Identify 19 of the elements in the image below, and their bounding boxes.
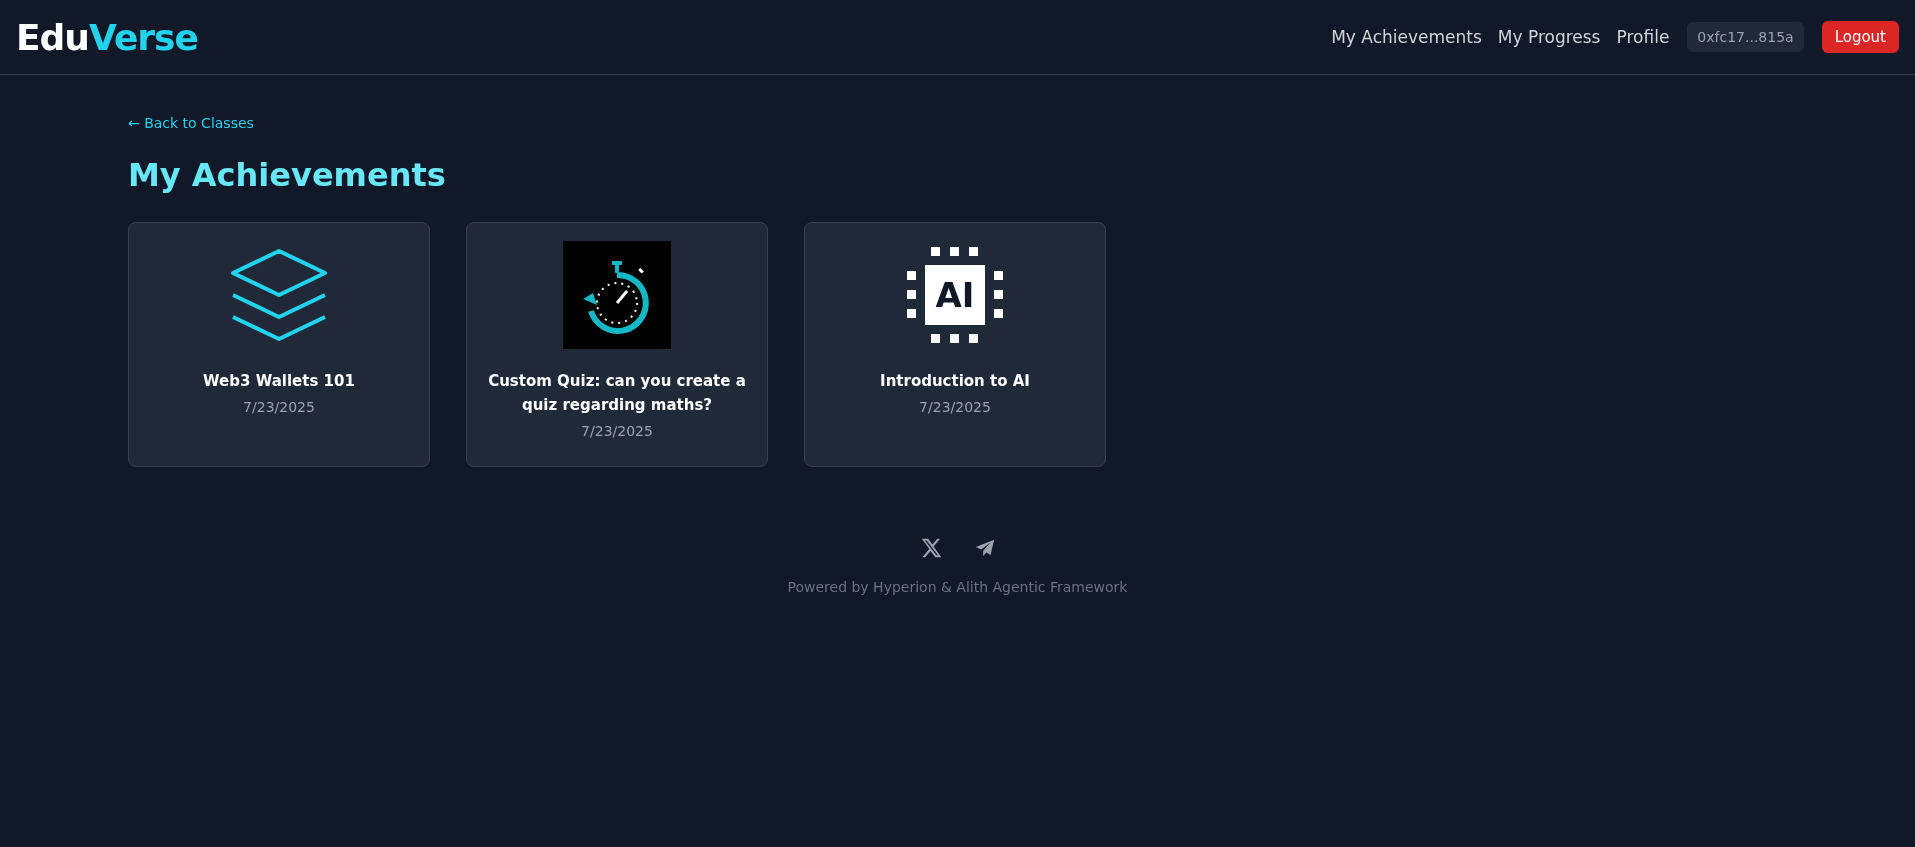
achievement-title: Custom Quiz: can you create a quiz regarding maths? [487,371,747,416]
page-title: My Achievements [128,156,447,194]
nav-link[interactable]: My Achievements [1331,27,1482,47]
wallet-address: 0xfc17...815a [1687,22,1804,52]
achievement-title: Introduction to AI [880,371,1030,392]
footer-credit: Powered by Hyperion & Alith Agentic Framework [787,579,1128,595]
achievement-date: 7/23/2025 [243,399,315,415]
achievement-date: 7/23/2025 [581,423,653,439]
achievement-date: 7/23/2025 [919,399,991,415]
achievement-card[interactable]: Web3 Wallets 101 7/23/2025 [128,222,430,467]
logout-button[interactable]: Logout [1821,21,1899,53]
eduverse-logo[interactable]: EduVerse [16,16,198,58]
achievement-card[interactable]: Custom Quiz: can you create a quiz regarding maths? 7/23/2025 [466,222,768,467]
back-link[interactable]: ← Back to Classes [128,115,254,131]
nav-link[interactable]: My Progress [1497,27,1601,47]
achievement-title: Web3 Wallets 101 [203,371,355,392]
nav-link[interactable]: Profile [1616,27,1670,47]
x-logo-icon[interactable] [919,537,942,559]
achievement-card[interactable]: AI Introduction to AI 7/23/2025 [804,222,1106,467]
